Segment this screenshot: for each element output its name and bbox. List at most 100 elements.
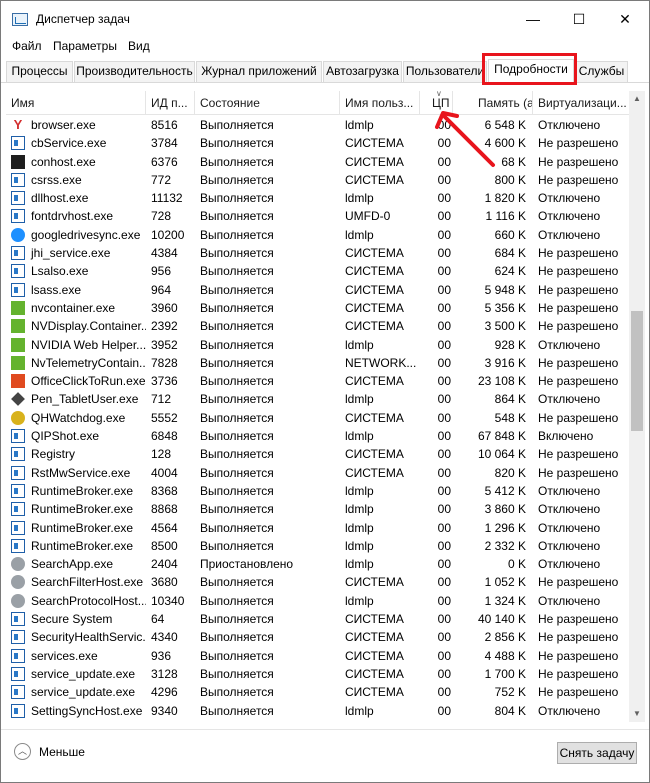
- tab-processes[interactable]: Процессы: [6, 61, 73, 82]
- process-virtualization: Не разрешено: [538, 410, 619, 425]
- table-row[interactable]: services.exe 936 Выполняется СИСТЕМА 00 4 488…: [6, 647, 629, 665]
- tab-users[interactable]: Пользователи: [403, 61, 487, 82]
- table-row[interactable]: RuntimeBroker.exe 8368 Выполняется ldmlp 00 5…: [6, 482, 629, 500]
- column-header-user[interactable]: Имя польз...: [340, 91, 420, 115]
- maximize-button[interactable]: ☐: [556, 1, 602, 37]
- process-user: СИСТЕМА: [345, 666, 404, 681]
- process-pid: 4296: [151, 685, 178, 700]
- process-memory: 624 K: [494, 264, 526, 279]
- process-pid: 4004: [151, 465, 178, 480]
- table-row[interactable]: service_update.exe 4296 Выполняется СИСТЕМА…: [6, 683, 629, 701]
- process-name-text: QHWatchdog.exe: [31, 410, 126, 425]
- column-header-name[interactable]: Имя: [6, 91, 146, 115]
- table-row[interactable]: fontdrvhost.exe 728 Выполняется UMFD-0 00 1 1…: [6, 207, 629, 225]
- table-row[interactable]: cbService.exe 3784 Выполняется СИСТЕМА 00 4 6…: [6, 134, 629, 152]
- process-name: Registry: [11, 445, 146, 463]
- menu-file[interactable]: Файл: [12, 39, 42, 53]
- process-pid: 6848: [151, 429, 178, 444]
- process-virtualization: Отключено: [538, 593, 601, 608]
- process-cpu: 00: [437, 337, 451, 352]
- fewer-details-link[interactable]: Меньше: [39, 745, 85, 759]
- process-memory: 1 820 K: [484, 191, 526, 206]
- table-row[interactable]: service_update.exe 3128 Выполняется СИСТЕМА…: [6, 665, 629, 683]
- table-row[interactable]: QHWatchdog.exe 5552 Выполняется СИСТЕМА 00 54…: [6, 409, 629, 427]
- table-row[interactable]: SettingSyncHost.exe 9340 Выполняется ldmlp 0…: [6, 702, 629, 720]
- column-header-memory[interactable]: Память (а...: [453, 91, 533, 115]
- scroll-down-arrow-icon[interactable]: ▼: [629, 706, 645, 722]
- chevron-up-icon[interactable]: ︿: [14, 743, 31, 760]
- process-cpu: 00: [437, 648, 451, 663]
- table-row[interactable]: SearchProtocolHost.... 10340 Выполняется ld…: [6, 592, 629, 610]
- close-button[interactable]: ✕: [602, 1, 648, 37]
- process-user: ldmlp: [345, 227, 374, 242]
- table-row[interactable]: dllhost.exe 11132 Выполняется ldmlp 00 1 820 …: [6, 189, 629, 207]
- table-row[interactable]: RuntimeBroker.exe 4564 Выполняется ldmlp 00 1…: [6, 519, 629, 537]
- table-row[interactable]: Ybrowser.exe 8516 Выполняется ldmlp 00 6 548 …: [6, 116, 629, 134]
- minimize-button[interactable]: —: [510, 1, 556, 37]
- exe-icon: [11, 465, 25, 480]
- scroll-thumb[interactable]: [631, 311, 643, 431]
- table-row[interactable]: NVDisplay.Container... 2392 Выполняется СИС…: [6, 317, 629, 335]
- tab-startup[interactable]: Автозагрузка: [323, 61, 402, 82]
- menu-options[interactable]: Параметры: [53, 39, 117, 53]
- table-row[interactable]: Secure System 64 Выполняется СИСТЕМА 00 40 14…: [6, 610, 629, 628]
- process-pid: 7828: [151, 355, 178, 370]
- menu-view[interactable]: Вид: [128, 39, 150, 53]
- tab-services[interactable]: Службы: [575, 61, 628, 82]
- table-row[interactable]: lsass.exe 964 Выполняется СИСТЕМА 00 5 948 K Н…: [6, 281, 629, 299]
- process-user: СИСТЕМА: [345, 264, 404, 279]
- table-row[interactable]: QIPShot.exe 6848 Выполняется ldmlp 00 67 848 …: [6, 427, 629, 445]
- exe-icon: [11, 136, 25, 151]
- table-row[interactable]: jhi_service.exe 4384 Выполняется СИСТЕМА 00 6…: [6, 244, 629, 262]
- table-row[interactable]: RuntimeBroker.exe 8500 Выполняется ldmlp 00 2…: [6, 537, 629, 555]
- table-row[interactable]: Registry 128 Выполняется СИСТЕМА 00 10 064 K Н…: [6, 445, 629, 463]
- process-name: Secure System: [11, 610, 146, 628]
- process-status: Выполняется: [200, 666, 274, 681]
- table-row[interactable]: NvTelemetryContain... 7828 Выполняется NETW…: [6, 354, 629, 372]
- column-header-virtualization[interactable]: Виртуализаци...: [533, 91, 629, 115]
- process-name-text: Secure System: [31, 612, 113, 627]
- table-row[interactable]: SearchFilterHost.exe 3680 Выполняется СИСТЕ…: [6, 573, 629, 591]
- process-cpu: 00: [437, 136, 451, 151]
- table-row[interactable]: nvcontainer.exe 3960 Выполняется СИСТЕМА 00 5…: [6, 299, 629, 317]
- table-row[interactable]: Pen_TabletUser.exe 712 Выполняется ldmlp 00 8…: [6, 390, 629, 408]
- nvidia-icon: [11, 355, 25, 370]
- search-icon: [11, 575, 25, 590]
- end-task-button[interactable]: Снять задачу: [557, 742, 637, 764]
- table-row[interactable]: OfficeClickToRun.exe 3736 Выполняется СИСТЕ…: [6, 372, 629, 390]
- process-cpu: 00: [437, 118, 451, 132]
- table-row[interactable]: csrss.exe 772 Выполняется СИСТЕМА 00 800 K Не …: [6, 171, 629, 189]
- vertical-scrollbar[interactable]: ▲ ▼: [629, 91, 645, 722]
- table-row[interactable]: RuntimeBroker.exe 8868 Выполняется ldmlp 00 3…: [6, 500, 629, 518]
- process-pid: 8500: [151, 538, 178, 553]
- google-drive-icon: [11, 227, 25, 242]
- process-status: Выполняется: [200, 410, 274, 425]
- process-memory: 1 052 K: [484, 575, 526, 590]
- tab-app-history[interactable]: Журнал приложений: [196, 61, 322, 82]
- tab-performance[interactable]: Производительность: [74, 61, 195, 82]
- table-row[interactable]: conhost.exe 6376 Выполняется СИСТЕМА 00 68 K Н…: [6, 153, 629, 171]
- process-name-text: conhost.exe: [31, 154, 96, 169]
- table-row[interactable]: SecurityHealthServic... 4340 Выполняется СИ…: [6, 628, 629, 646]
- process-virtualization: Отключено: [538, 209, 601, 224]
- column-header-pid[interactable]: ИД п...: [146, 91, 195, 115]
- column-header-status[interactable]: Состояние: [195, 91, 340, 115]
- tab-details[interactable]: Подробности: [488, 59, 574, 83]
- table-row[interactable]: googledrivesync.exe 10200 Выполняется ldmlp…: [6, 226, 629, 244]
- process-user: СИСТЕМА: [345, 648, 404, 663]
- process-memory: 1 700 K: [484, 666, 526, 681]
- table-row[interactable]: Lsalso.exe 956 Выполняется СИСТЕМА 00 624 K Не…: [6, 262, 629, 280]
- search-icon: [11, 593, 25, 608]
- process-cpu: 00: [437, 172, 451, 187]
- exe-icon: [11, 282, 25, 297]
- title-bar[interactable]: Диспетчер задач — ☐ ✕: [1, 1, 649, 37]
- process-pid: 4564: [151, 520, 178, 535]
- process-user: СИСТЕМА: [345, 300, 404, 315]
- table-row[interactable]: NVIDIA Web Helper.... 3952 Выполняется ldml…: [6, 336, 629, 354]
- table-row[interactable]: RstMwService.exe 4004 Выполняется СИСТЕМА 00…: [6, 464, 629, 482]
- table-body: Ybrowser.exe 8516 Выполняется ldmlp 00 6 548 …: [6, 116, 629, 720]
- table-row[interactable]: SearchApp.exe 2404 Приостановлено ldmlp 00 0 …: [6, 555, 629, 573]
- scroll-up-arrow-icon[interactable]: ▲: [629, 91, 645, 107]
- process-memory: 23 108 K: [477, 374, 526, 389]
- process-pid: 3960: [151, 300, 178, 315]
